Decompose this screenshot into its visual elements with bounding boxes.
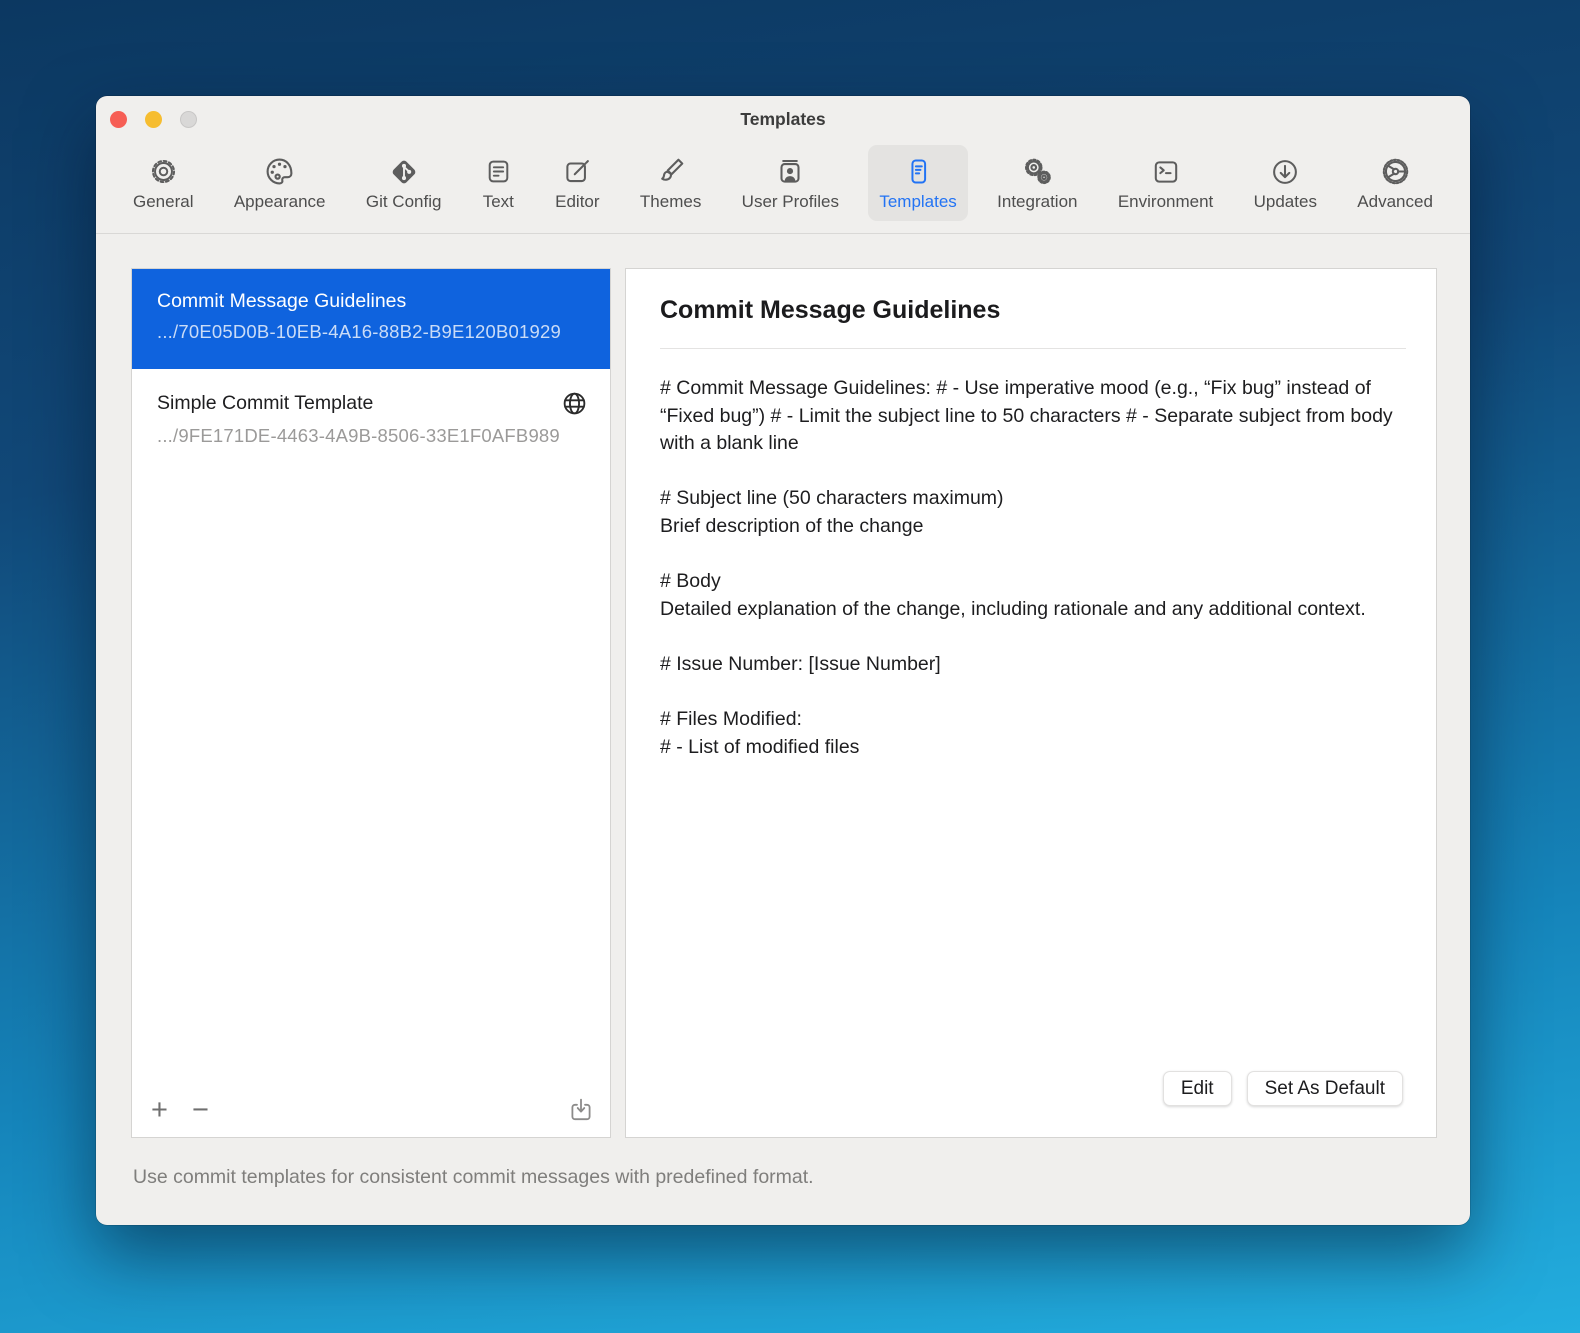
download-circle-icon bbox=[1268, 153, 1302, 190]
detail-actions: Edit Set As Default bbox=[1163, 1071, 1403, 1106]
tab-label: Git Config bbox=[366, 192, 442, 212]
tab-label: Text bbox=[483, 192, 514, 212]
tab-label: Environment bbox=[1118, 192, 1213, 212]
tab-label: User Profiles bbox=[742, 192, 839, 212]
tab-appearance[interactable]: Appearance bbox=[223, 145, 337, 221]
detail-divider bbox=[660, 348, 1406, 349]
window-title: Templates bbox=[96, 109, 1470, 130]
remove-template-button[interactable]: − bbox=[192, 1096, 209, 1125]
tab-general[interactable]: General bbox=[122, 145, 204, 221]
preferences-toolbar: General Appearance bbox=[96, 140, 1470, 233]
tab-label: Editor bbox=[555, 192, 599, 212]
advanced-gear-icon bbox=[1378, 153, 1413, 190]
tab-advanced[interactable]: Advanced bbox=[1346, 145, 1444, 221]
tab-git-config[interactable]: Git Config bbox=[355, 145, 453, 221]
tab-label: Advanced bbox=[1357, 192, 1433, 212]
template-list-item-simple-commit-template[interactable]: Simple Commit Template .../9FE171DE-4463… bbox=[132, 369, 610, 469]
text-document-icon bbox=[482, 153, 515, 190]
tab-label: Updates bbox=[1254, 192, 1317, 212]
tab-templates[interactable]: Templates bbox=[868, 145, 967, 221]
paintbrush-icon bbox=[653, 153, 688, 190]
template-content: # Commit Message Guidelines: # - Use imp… bbox=[660, 375, 1408, 761]
id-card-icon bbox=[773, 153, 807, 190]
tab-integration[interactable]: Integration bbox=[986, 145, 1088, 221]
tab-text[interactable]: Text bbox=[471, 145, 526, 221]
git-branch-icon bbox=[386, 153, 422, 190]
toolbar-divider bbox=[96, 233, 1470, 234]
tab-environment[interactable]: Environment bbox=[1107, 145, 1224, 221]
gear-icon bbox=[147, 153, 180, 190]
edit-button[interactable]: Edit bbox=[1163, 1071, 1232, 1106]
template-list-footer: + − bbox=[132, 1083, 610, 1137]
tab-label: Templates bbox=[879, 192, 956, 212]
palette-icon bbox=[262, 153, 297, 190]
gears-icon bbox=[1020, 153, 1055, 190]
template-item-path: .../9FE171DE-4463-4A9B-8506-33E1F0AFB989 bbox=[157, 425, 588, 447]
footer-caption: Use commit templates for consistent comm… bbox=[133, 1166, 814, 1189]
tab-user-profiles[interactable]: User Profiles bbox=[731, 145, 850, 221]
set-as-default-button[interactable]: Set As Default bbox=[1247, 1071, 1403, 1106]
tab-themes[interactable]: Themes bbox=[629, 145, 712, 221]
template-item-title: Commit Message Guidelines bbox=[157, 290, 406, 313]
template-document-icon bbox=[902, 153, 935, 190]
template-detail: Commit Message Guidelines # Commit Messa… bbox=[625, 268, 1437, 1138]
preferences-window: Templates General bbox=[96, 96, 1470, 1225]
template-detail-title: Commit Message Guidelines bbox=[660, 296, 1406, 325]
terminal-icon bbox=[1149, 153, 1183, 190]
compose-icon bbox=[560, 153, 594, 190]
import-template-icon[interactable] bbox=[566, 1095, 596, 1125]
tab-editor[interactable]: Editor bbox=[544, 145, 610, 221]
template-item-path: .../70E05D0B-10EB-4A16-88B2-B9E120B01929 bbox=[157, 321, 588, 343]
template-list-item-commit-message-guidelines[interactable]: Commit Message Guidelines .../70E05D0B-1… bbox=[132, 269, 610, 369]
add-template-button[interactable]: + bbox=[151, 1096, 168, 1125]
template-item-title: Simple Commit Template bbox=[157, 392, 373, 415]
globe-icon bbox=[561, 390, 588, 417]
tab-label: Appearance bbox=[234, 192, 326, 212]
tab-label: Integration bbox=[997, 192, 1077, 212]
tab-updates[interactable]: Updates bbox=[1243, 145, 1328, 221]
tab-label: General bbox=[133, 192, 193, 212]
template-list: Commit Message Guidelines .../70E05D0B-1… bbox=[131, 268, 611, 1138]
tab-label: Themes bbox=[640, 192, 701, 212]
